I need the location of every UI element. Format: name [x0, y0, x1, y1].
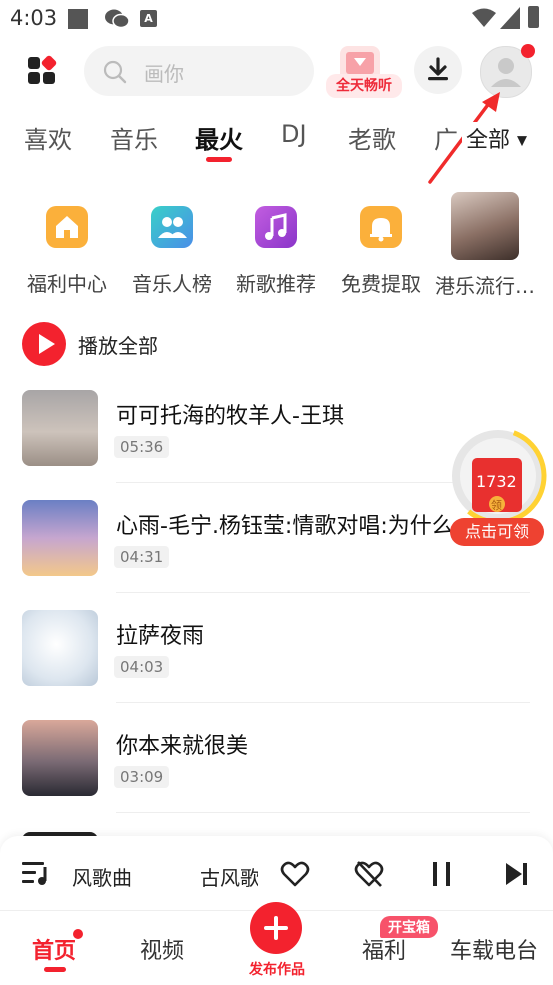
notification-dot: [521, 44, 535, 58]
song-cover: [22, 720, 98, 796]
search-placeholder: 画你: [144, 62, 184, 86]
tab-all-label: 全部: [466, 128, 511, 153]
publish-label: 发布作品: [249, 962, 305, 978]
divider: [116, 812, 530, 813]
reward-cta: 点击可领: [450, 518, 544, 546]
status-time: 4:03: [10, 6, 58, 30]
now-playing-next: 古风歌: [200, 866, 258, 890]
play-all-label: 播放全部: [78, 334, 158, 358]
playlist-icon[interactable]: [22, 860, 52, 890]
pause-icon[interactable]: [430, 860, 454, 892]
nav-video[interactable]: 视频: [140, 933, 184, 965]
song-row[interactable]: 你本来就很美 03:09: [0, 702, 553, 813]
tab-old-songs[interactable]: 老歌: [348, 120, 396, 155]
song-duration: 03:09: [114, 766, 170, 788]
song-title: 拉萨夜雨: [116, 624, 205, 649]
home-icon: [46, 206, 88, 248]
song-duration: 04:03: [114, 656, 170, 678]
tab-dj[interactable]: DJ: [281, 120, 307, 148]
music-note-icon: [255, 206, 297, 248]
song-row[interactable]: 拉萨夜雨 04:03: [0, 592, 553, 703]
grid-item-label: 港乐流行…: [435, 274, 535, 298]
reward-amount: 1732: [476, 472, 517, 491]
active-tab-indicator: [206, 157, 232, 162]
reward-coin-label: 领: [491, 499, 502, 512]
publish-button[interactable]: [250, 902, 302, 954]
app-logo-icon[interactable]: [28, 54, 58, 85]
reward-float-button[interactable]: 1732 领 点击可领: [446, 427, 550, 548]
download-button[interactable]: [414, 46, 462, 94]
heart-icon[interactable]: [280, 860, 310, 892]
allday-listen-label: 全天畅听: [326, 74, 402, 98]
grid-item-label: 福利中心: [27, 272, 107, 296]
gallery-notification-icon: [68, 9, 88, 29]
grid-item-musician-chart[interactable]: 音乐人榜: [119, 200, 225, 297]
mini-player[interactable]: 风歌曲 古风歌: [0, 836, 553, 910]
song-cover: [22, 500, 98, 576]
battery-icon: [528, 6, 539, 28]
wechat-notification-icon: [104, 8, 130, 34]
song-title: 心雨-毛宁.杨钰莹:情歌对唱:为什么: [116, 514, 454, 539]
nav-active-indicator: [44, 967, 66, 972]
tab-all-dropdown[interactable]: 全部 ▼: [462, 122, 528, 154]
plus-icon: [264, 916, 288, 940]
nav-car-radio[interactable]: 车载电台: [450, 933, 538, 965]
grid-item-label: 音乐人榜: [132, 272, 212, 296]
song-duration: 04:31: [114, 546, 170, 568]
now-playing-title: 风歌曲: [72, 866, 132, 890]
home-badge-dot: [73, 929, 83, 939]
download-icon: [428, 57, 448, 81]
nav-home[interactable]: 首页: [32, 933, 76, 965]
search-icon: [103, 60, 127, 84]
song-title: 你本来就很美: [116, 734, 249, 759]
tab-like[interactable]: 喜欢: [24, 120, 72, 155]
grid-item-label: 新歌推荐: [236, 272, 316, 296]
grid-item-label: 免费提取: [341, 272, 421, 296]
tab-music[interactable]: 音乐: [110, 120, 158, 155]
people-icon: [151, 206, 193, 248]
grid-item-free-extract[interactable]: 免费提取: [328, 200, 434, 297]
status-bar: 4:03 A: [0, 0, 553, 36]
tab-guangchang[interactable]: 广: [434, 120, 458, 155]
tab-hottest[interactable]: 最火: [195, 120, 243, 155]
allday-listen-button[interactable]: 全天畅听: [326, 42, 402, 100]
song-title: 可可托海的牧羊人-王琪: [116, 404, 344, 429]
song-duration: 05:36: [114, 436, 170, 458]
treasure-box-badge: 开宝箱: [380, 916, 438, 938]
app-notification-icon: A: [140, 10, 157, 27]
wifi-icon: [472, 8, 496, 32]
song-cover: [22, 390, 98, 466]
search-input[interactable]: 画你: [84, 46, 314, 96]
signal-icon: [500, 7, 520, 33]
photo-thumbnail: [451, 192, 519, 260]
play-icon: [22, 322, 66, 366]
next-track-icon[interactable]: [504, 860, 530, 892]
grid-item-new-songs[interactable]: 新歌推荐: [223, 200, 329, 297]
dislike-icon[interactable]: [354, 860, 384, 892]
song-cover: [22, 610, 98, 686]
grid-item-canto-pop[interactable]: 港乐流行…: [432, 192, 538, 299]
caret-down-icon: ▼: [517, 133, 528, 149]
grid-item-welfare-center[interactable]: 福利中心: [14, 200, 120, 297]
bell-icon: [360, 206, 402, 248]
